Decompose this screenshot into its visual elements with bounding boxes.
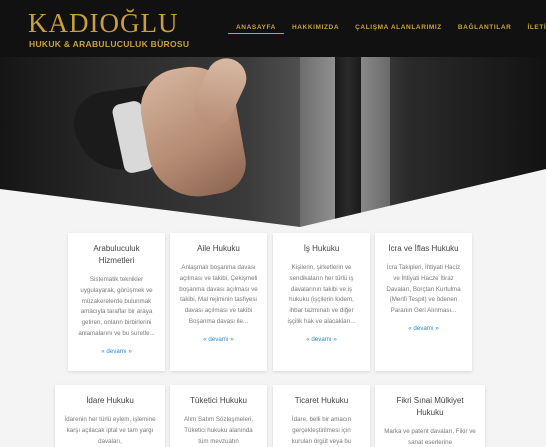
card-text: Marka ve patent davaları, Fikir ve sanat…	[384, 428, 476, 446]
nav-item-calisma-alanlarimiz[interactable]: ÇALIŞMA ALANLARIMIZ	[347, 22, 450, 34]
card-text: Kişilerin, şirketlerin ve sendikaların h…	[287, 264, 356, 325]
card-title[interactable]: İş Hukuku	[282, 243, 361, 255]
service-card: Aile Hukuku Anlaşmalı boşanma davası açı…	[170, 233, 267, 371]
card-title[interactable]: Aile Hukuku	[179, 243, 258, 255]
card-more-link[interactable]: « devamı »	[77, 348, 156, 355]
service-card: İş Hukuku Kişilerin, şirketlerin ve send…	[273, 233, 370, 371]
hero-wedge-divider	[0, 169, 546, 227]
card-text: Anlaşmalı boşanma davası açılması ve tak…	[179, 264, 258, 325]
nav-item-hakkimizda[interactable]: HAKKIMIZDA	[284, 22, 347, 34]
service-card: İcra ve İflas Hukuku İcra Takipleri, İht…	[375, 233, 472, 371]
service-card: İdare Hukuku İdarenin her türlü eylem, i…	[55, 385, 165, 447]
site-header: KADIOĞLU HUKUK & ARABULUCULUK BÜROSU ANA…	[0, 0, 546, 57]
brand-subtitle: HUKUK & ARABULUCULUK BÜROSU	[29, 39, 190, 49]
card-text: İcra Takipleri, İhtiyati Haciz ve İhtiya…	[386, 264, 461, 315]
service-card: Fikri Sınai Mülkiyet Hukuku Marka ve pat…	[375, 385, 485, 447]
service-card: Tüketici Hukuku Alım Satım Sözleşmeleri,…	[170, 385, 267, 447]
card-title[interactable]: Arabuluculuk Hizmetleri	[77, 243, 156, 267]
card-title[interactable]: İdare Hukuku	[64, 395, 156, 407]
main-nav: ANASAYFA HAKKIMIZDA ÇALIŞMA ALANLARIMIZ …	[228, 22, 546, 34]
card-text: İdare, belli bir amacın gerçekleştirilme…	[291, 416, 352, 445]
nav-item-anasayfa[interactable]: ANASAYFA	[228, 22, 284, 34]
service-card: Ticaret Hukuku İdare, belli bir amacın g…	[273, 385, 370, 447]
brand-title[interactable]: KADIOĞLU	[28, 9, 178, 37]
card-title[interactable]: Ticaret Hukuku	[282, 395, 361, 407]
card-more-link[interactable]: « devamı »	[179, 336, 258, 343]
service-card: Arabuluculuk Hizmetleri Sistematik tekni…	[68, 233, 165, 371]
hero-banner	[0, 57, 546, 227]
card-more-link[interactable]: « devamı »	[282, 336, 361, 343]
card-title[interactable]: Tüketici Hukuku	[179, 395, 258, 407]
nav-item-baglantilar[interactable]: BAĞLANTILAR	[450, 22, 520, 34]
card-more-link[interactable]: « devamı »	[384, 325, 463, 332]
card-text: Sistematik teknikler uygulayarak, görüşm…	[78, 276, 155, 337]
services-section: Arabuluculuk Hizmetleri Sistematik tekni…	[0, 227, 546, 447]
card-title[interactable]: Fikri Sınai Mülkiyet Hukuku	[384, 395, 476, 419]
nav-item-iletisim[interactable]: İLETİŞİM	[519, 22, 546, 34]
card-title[interactable]: İcra ve İflas Hukuku	[384, 243, 463, 255]
card-text: Alım Satım Sözleşmeleri, Tüketici hukuku…	[183, 416, 254, 445]
card-text: İdarenin her türlü eylem, işlemine karşı…	[64, 416, 156, 445]
